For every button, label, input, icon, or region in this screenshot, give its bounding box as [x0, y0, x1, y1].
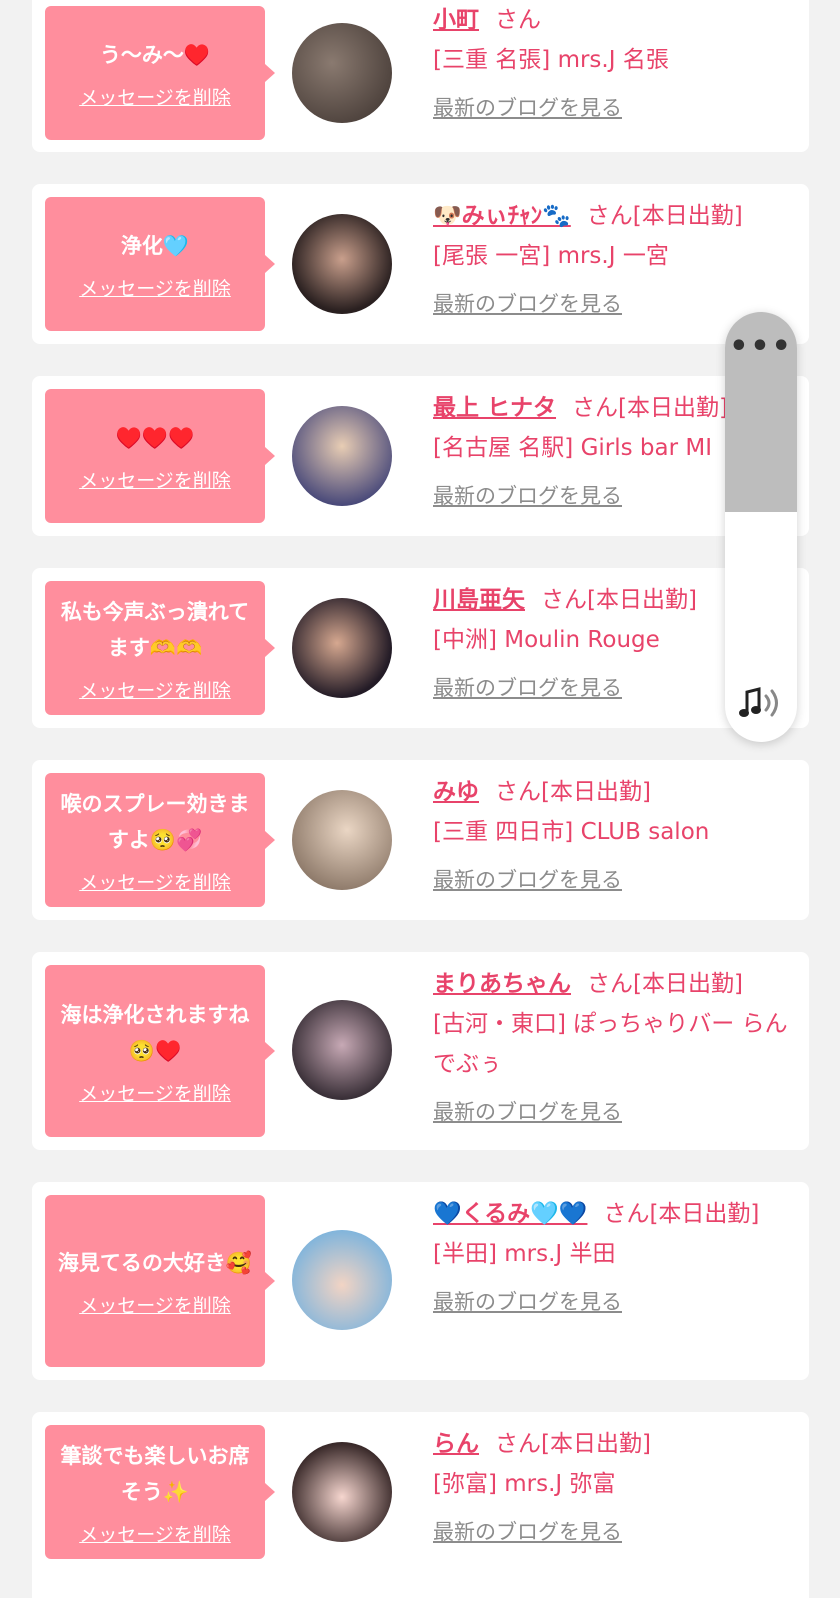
delete-message-link[interactable]: メッセージを削除 — [79, 83, 231, 110]
message-card: 喉のスプレー効きますよ🥺💞 メッセージを削除 みゆ さん[本日出勤] [三重 四日… — [32, 760, 809, 920]
message-text: 筆談でも楽しいお席そう✨ — [60, 1443, 250, 1504]
message-bubble: 浄化🩵 メッセージを削除 — [45, 197, 275, 331]
name-suffix: さん — [495, 7, 541, 33]
name-suffix: さん[本日出勤] — [587, 971, 743, 997]
profile-name-link[interactable]: まりあちゃん — [433, 971, 571, 997]
message-bubble: 私も今声ぶっ潰れてます🫶🫶 メッセージを削除 — [45, 581, 275, 715]
delete-message-link[interactable]: メッセージを削除 — [79, 676, 231, 703]
profile-name-link[interactable]: 最上 ヒナタ — [433, 395, 556, 421]
shop-info: [尾張 一宮] mrs.J 一宮 — [433, 243, 669, 269]
name-line: らん さん[本日出勤] — [433, 1424, 793, 1464]
delete-message-link[interactable]: メッセージを削除 — [79, 1291, 231, 1318]
profile-info: らん さん[本日出勤] [弥富] mrs.J 弥富 最新のブログを見る — [433, 1424, 793, 1546]
latest-blog-link[interactable]: 最新のブログを見る — [433, 1286, 622, 1316]
message-text: う〜み〜♥️ — [99, 42, 211, 67]
delete-message-link[interactable]: メッセージを削除 — [79, 1520, 231, 1547]
shop-info: [弥富] mrs.J 弥富 — [433, 1471, 616, 1497]
message-list: う〜み〜♥️ メッセージを削除 小町 さん [三重 名張] mrs.J 名張 最新… — [0, 0, 840, 1598]
name-suffix: さん[本日出勤] — [603, 1201, 760, 1227]
profile-info: 小町 さん [三重 名張] mrs.J 名張 最新のブログを見る — [433, 0, 793, 122]
delete-message-link[interactable]: メッセージを削除 — [79, 1079, 231, 1106]
message-text: 浄化🩵 — [120, 233, 190, 258]
media-volume-icon[interactable] — [735, 678, 787, 730]
message-card: 海見てるの大好き🥰 メッセージを削除 💙くるみ🩵💙 さん[本日出勤] [半田] m… — [32, 1182, 809, 1380]
profile-name-link[interactable]: 川島亜矢 — [433, 587, 525, 613]
avatar[interactable] — [292, 1000, 392, 1100]
name-line: まりあちゃん さん[本日出勤] — [433, 964, 793, 1004]
profile-name-link[interactable]: みゆ — [433, 779, 479, 805]
shop-info: [三重 四日市] CLUB salon — [433, 819, 710, 845]
message-card: 浄化🩵 メッセージを削除 🐶みぃﾁｬﾝ🐾 さん[本日出勤] [尾張 一宮] mrs… — [32, 184, 809, 344]
name-suffix: さん[本日出勤] — [572, 395, 728, 421]
profile-info: みゆ さん[本日出勤] [三重 四日市] CLUB salon 最新のブログを見る — [433, 772, 793, 894]
avatar[interactable] — [292, 406, 392, 506]
latest-blog-link[interactable]: 最新のブログを見る — [433, 288, 622, 318]
latest-blog-link[interactable]: 最新のブログを見る — [433, 672, 622, 702]
profile-name-link[interactable]: 🐶みぃﾁｬﾝ🐾 — [433, 203, 571, 229]
message-bubble: 海見てるの大好き🥰 メッセージを削除 — [45, 1195, 275, 1367]
message-card: 海は浄化されますね🥺♥️ メッセージを削除 まりあちゃん さん[本日出勤] [古河… — [32, 952, 809, 1150]
profile-info: 🐶みぃﾁｬﾝ🐾 さん[本日出勤] [尾張 一宮] mrs.J 一宮 最新のブログを… — [433, 196, 793, 318]
name-suffix: さん[本日出勤] — [495, 1431, 651, 1457]
name-line: 💙くるみ🩵💙 さん[本日出勤] — [433, 1194, 793, 1234]
message-card: う〜み〜♥️ メッセージを削除 小町 さん [三重 名張] mrs.J 名張 最新… — [32, 0, 809, 152]
volume-control[interactable]: ••• — [725, 312, 797, 742]
avatar[interactable] — [292, 23, 392, 123]
avatar[interactable] — [292, 598, 392, 698]
delete-message-link[interactable]: メッセージを削除 — [79, 868, 231, 895]
avatar[interactable] — [292, 1442, 392, 1542]
avatar[interactable] — [292, 1230, 392, 1330]
message-text: 海は浄化されますね🥺♥️ — [60, 1002, 250, 1063]
profile-name-link[interactable]: 💙くるみ🩵💙 — [433, 1201, 587, 1227]
latest-blog-link[interactable]: 最新のブログを見る — [433, 92, 622, 122]
message-card: 筆談でも楽しいお席そう✨ メッセージを削除 らん さん[本日出勤] [弥富] mr… — [32, 1412, 809, 1598]
latest-blog-link[interactable]: 最新のブログを見る — [433, 864, 622, 894]
message-text: 喉のスプレー効きますよ🥺💞 — [60, 791, 250, 852]
name-suffix: さん[本日出勤] — [495, 779, 651, 805]
message-card: ♥️♥️♥️ メッセージを削除 最上 ヒナタ さん[本日出勤] [名古屋 名駅] … — [32, 376, 809, 536]
message-bubble: ♥️♥️♥️ メッセージを削除 — [45, 389, 275, 523]
message-bubble: 海は浄化されますね🥺♥️ メッセージを削除 — [45, 965, 275, 1137]
name-line: 🐶みぃﾁｬﾝ🐾 さん[本日出勤] — [433, 196, 793, 236]
message-bubble: 喉のスプレー効きますよ🥺💞 メッセージを削除 — [45, 773, 275, 907]
latest-blog-link[interactable]: 最新のブログを見る — [433, 1096, 622, 1126]
profile-name-link[interactable]: 小町 — [433, 7, 479, 33]
message-text: 私も今声ぶっ潰れてます🫶🫶 — [60, 599, 250, 660]
name-suffix: さん[本日出勤] — [586, 203, 743, 229]
name-line: 小町 さん — [433, 0, 793, 40]
avatar[interactable] — [292, 790, 392, 890]
message-bubble: う〜み〜♥️ メッセージを削除 — [45, 6, 275, 140]
name-suffix: さん[本日出勤] — [541, 587, 697, 613]
avatar[interactable] — [292, 214, 392, 314]
name-line: みゆ さん[本日出勤] — [433, 772, 793, 812]
delete-message-link[interactable]: メッセージを削除 — [79, 466, 231, 493]
message-text: ♥️♥️♥️ — [115, 425, 195, 450]
message-text: 海見てるの大好き🥰 — [57, 1250, 253, 1275]
shop-info: [三重 名張] mrs.J 名張 — [433, 47, 669, 73]
profile-info: まりあちゃん さん[本日出勤] [古河・東口] ぽっちゃりバー らんでぶぅ 最新の… — [433, 964, 793, 1126]
shop-info: [半田] mrs.J 半田 — [433, 1241, 616, 1267]
profile-info: 💙くるみ🩵💙 さん[本日出勤] [半田] mrs.J 半田 最新のブログを見る — [433, 1194, 793, 1316]
message-bubble: 筆談でも楽しいお席そう✨ メッセージを削除 — [45, 1425, 275, 1559]
message-card: 私も今声ぶっ潰れてます🫶🫶 メッセージを削除 川島亜矢 さん[本日出勤] [中洲]… — [32, 568, 809, 728]
profile-name-link[interactable]: らん — [433, 1431, 479, 1457]
delete-message-link[interactable]: メッセージを削除 — [79, 274, 231, 301]
latest-blog-link[interactable]: 最新のブログを見る — [433, 480, 622, 510]
more-options-icon[interactable]: ••• — [725, 332, 797, 362]
shop-info: [古河・東口] ぽっちゃりバー らんでぶぅ — [433, 1011, 788, 1077]
latest-blog-link[interactable]: 最新のブログを見る — [433, 1516, 622, 1546]
